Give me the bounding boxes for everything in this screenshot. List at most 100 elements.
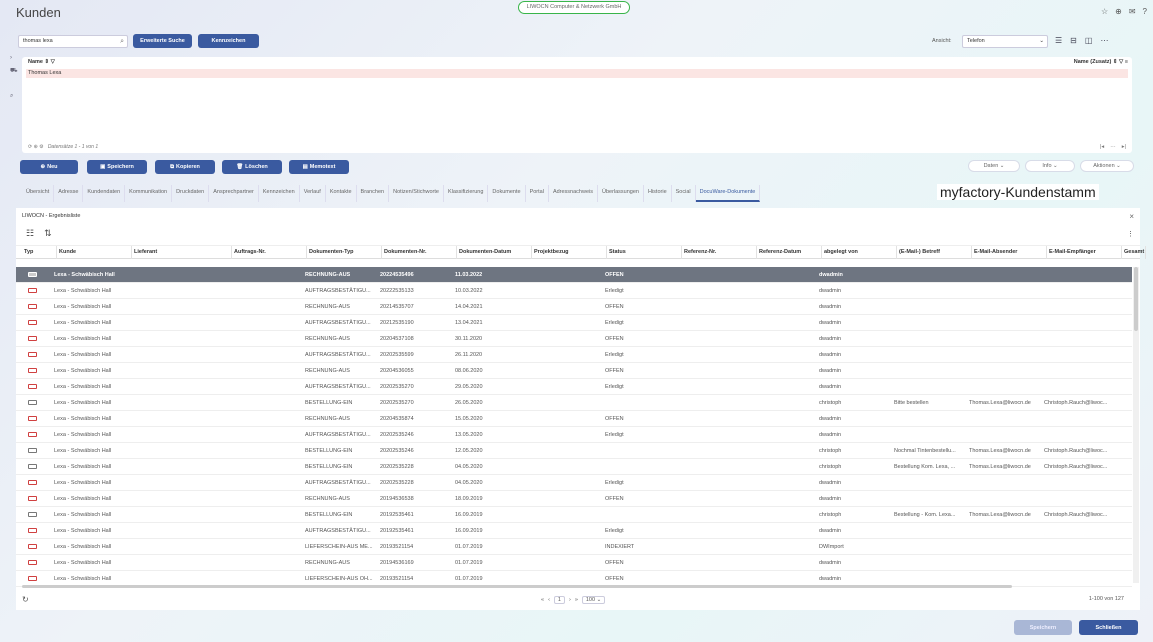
more-vertical-icon[interactable]: ⋮ [1127, 230, 1134, 238]
help-icon[interactable]: ? [1143, 7, 1147, 16]
table-row[interactable]: Lexa - Schwäbisch Hall RECHNUNG-AUS 202145… [16, 299, 1132, 315]
table-row[interactable]: Lexa - Schwäbisch Hall RECHNUNG-AUS 201945… [16, 491, 1132, 507]
table-row[interactable]: Lexa - Schwäbisch Hall BESTELLUNG-EIN 2020… [16, 395, 1132, 411]
footer-save-button[interactable]: Speichern [1014, 620, 1072, 635]
list-options-icon[interactable]: ☷ [26, 228, 34, 239]
tab-17[interactable]: Social [672, 185, 696, 202]
tab-10[interactable]: Notizen/Stichworte [389, 185, 444, 202]
more-icon[interactable]: ⋯ [1100, 36, 1108, 45]
column-header[interactable]: Referenz-Datum [757, 246, 822, 259]
table-row[interactable]: Lexa - Schwäbisch Hall AUFTRAGSBESTÄTIGU.… [16, 283, 1132, 299]
table-row[interactable]: Lexa - Schwäbisch Hall BESTELLUNG-EIN 2020… [16, 443, 1132, 459]
table-row[interactable]: Lexa - Schwäbisch Hall RECHNUNG-AUS 201945… [16, 555, 1132, 571]
close-icon[interactable]: × [1129, 212, 1134, 221]
column-header[interactable]: E-Mail-Absender [972, 246, 1047, 259]
tab-16[interactable]: Historie [644, 185, 672, 202]
kennzeichen-button[interactable]: Kennzeichen [198, 34, 259, 48]
tab-13[interactable]: Portal [526, 185, 549, 202]
result-row[interactable]: Thomas Lexa [26, 69, 1128, 78]
daten-dropdown[interactable]: Daten ⌄ [968, 160, 1020, 172]
tab-9[interactable]: Branchen [357, 185, 390, 202]
column-header[interactable]: Status [607, 246, 682, 259]
scroll-thumb[interactable] [1134, 267, 1138, 331]
first-page-icon[interactable]: « [541, 597, 544, 603]
column-header[interactable]: (E-Mail-) Betreff [897, 246, 972, 259]
col-name-header[interactable]: Name ⇕ ▽ [28, 59, 55, 65]
tab-4[interactable]: Druckdaten [172, 185, 210, 202]
horizontal-scrollbar[interactable] [22, 585, 1012, 588]
delete-button[interactable]: 🗑 Löschen [222, 160, 282, 174]
copy-button[interactable]: ⧉ Kopieren [155, 160, 215, 174]
tab-0[interactable]: Übersicht [22, 185, 55, 202]
tab-1[interactable]: Adresse [54, 185, 84, 202]
column-header[interactable]: Kunde [57, 246, 132, 259]
memotext-button[interactable]: ▤ Memotext [289, 160, 349, 174]
tab-11[interactable]: Klassifizierung [444, 185, 489, 202]
column-header[interactable]: Dokumenten-Datum [457, 246, 532, 259]
page-size-select[interactable]: 100 ⌄ [581, 596, 606, 604]
column-header[interactable]: Typ [22, 246, 57, 259]
info-dropdown[interactable]: Info ⌄ [1025, 160, 1075, 172]
table-row[interactable]: Lexa - Schwäbisch Hall RECHNUNG-AUS 202045… [16, 331, 1132, 347]
last-page-icon[interactable]: » [575, 597, 578, 603]
tab-6[interactable]: Kennzeichen [259, 185, 300, 202]
aktionen-dropdown[interactable]: Aktionen ⌄ [1080, 160, 1134, 172]
list-view-icon[interactable]: ☰ [1055, 36, 1062, 45]
advanced-search-button[interactable]: Erweiterte Suche [133, 34, 192, 48]
tab-18[interactable]: DocuWare-Dokumente [695, 185, 761, 202]
tab-7[interactable]: Verlauf [300, 185, 326, 202]
column-header[interactable]: Dokumenten-Typ [307, 246, 382, 259]
refresh-icon[interactable]: ↻ [22, 595, 29, 604]
tab-3[interactable]: Kommunikation [125, 185, 173, 202]
close-button[interactable]: Schließen [1079, 620, 1138, 635]
table-row[interactable]: Lexa - Schwäbisch Hall BESTELLUNG-EIN 2019… [16, 507, 1132, 523]
table-row[interactable]: Lexa - Schwäbisch Hall AUFTRAGSBESTÄTIGU.… [16, 347, 1132, 363]
tab-14[interactable]: Adressnachweis [549, 185, 598, 202]
cart-icon[interactable]: ⛟ [10, 67, 18, 75]
split-vertical-icon[interactable]: ◫ [1085, 36, 1093, 45]
search-input[interactable]: thomas lexa ⌕ [18, 35, 128, 48]
column-header[interactable]: Dokumenten-Nr. [382, 246, 457, 259]
refresh-icon[interactable]: ⟳ ⊕ ⚙ [28, 144, 44, 150]
column-header[interactable]: Projektbezug [532, 246, 607, 259]
new-button[interactable]: ⊕ Neu [20, 160, 78, 174]
search-side-icon[interactable]: ⌕ [10, 93, 18, 100]
tab-12[interactable]: Dokumente [488, 185, 526, 202]
next-page-icon[interactable]: › [569, 597, 571, 603]
tab-2[interactable]: Kundendaten [83, 185, 126, 202]
tab-5[interactable]: Ansprechpartner [209, 185, 259, 202]
split-horizontal-icon[interactable]: ⊟ [1070, 36, 1077, 45]
column-header[interactable]: abgelegt von [822, 246, 897, 259]
mail-icon[interactable]: ✉ [1129, 7, 1136, 16]
column-header[interactable]: Auftrags-Nr. [232, 246, 307, 259]
star-icon[interactable]: ☆ [1101, 7, 1108, 16]
table-row[interactable]: Lexa - Schwäbisch Hall AUFTRAGSBESTÄTIGU.… [16, 427, 1132, 443]
globe-icon[interactable]: ⊕ [1115, 7, 1122, 16]
prev-page-icon[interactable]: ‹ [548, 597, 550, 603]
view-select[interactable]: Telefon ⌄ [962, 35, 1048, 48]
column-header[interactable]: Lieferant [132, 246, 232, 259]
tab-8[interactable]: Kontakte [326, 185, 357, 202]
table-row[interactable]: Lexa - Schwäbisch Hall RECHNUNG-AUS 202045… [16, 363, 1132, 379]
company-badge[interactable]: LIWOCN Computer & Netzwerk GmbH [518, 1, 630, 14]
table-row[interactable]: Lexa - Schwäbisch Hall LIEFERSCHEIN-AUS M… [16, 539, 1132, 555]
sort-icon[interactable]: ⇅ [44, 228, 52, 239]
col-name2-header[interactable]: Name (Zusatz) ⇕ ▽ ≡ [1074, 59, 1128, 65]
table-row[interactable]: Lexa - Schwäbisch Hall BESTELLUNG-EIN 2020… [16, 459, 1132, 475]
search-icon[interactable]: ⌕ [120, 36, 124, 47]
column-header[interactable]: Gesamt [1122, 246, 1146, 259]
table-row[interactable]: Lexa - Schwäbisch Hall AUFTRAGSBESTÄTIGU.… [16, 475, 1132, 491]
table-row[interactable]: Lexa - Schwäbisch Hall AUFTRAGSBESTÄTIGU.… [16, 523, 1132, 539]
column-header[interactable]: E-Mail-Empfänger [1047, 246, 1122, 259]
column-header[interactable]: Referenz-Nr. [682, 246, 757, 259]
expand-icon[interactable]: › [10, 55, 18, 61]
pager-icons[interactable]: |◂ ··· ▸| [1100, 144, 1126, 150]
table-row[interactable]: Lexa - Schwäbisch Hall AUFTRAGSBESTÄTIGU.… [16, 379, 1132, 395]
tab-15[interactable]: Überlassungen [598, 185, 644, 202]
save-button[interactable]: ▣ Speichern [87, 160, 147, 174]
table-row[interactable]: Lexa - Schwäbisch Hall RECHNUNG-AUS 202245… [16, 267, 1132, 283]
page-input[interactable]: 1 [553, 596, 565, 604]
vertical-scrollbar[interactable] [1133, 267, 1139, 583]
table-row[interactable]: Lexa - Schwäbisch Hall RECHNUNG-AUS 202045… [16, 411, 1132, 427]
table-row[interactable]: Lexa - Schwäbisch Hall AUFTRAGSBESTÄTIGU.… [16, 315, 1132, 331]
